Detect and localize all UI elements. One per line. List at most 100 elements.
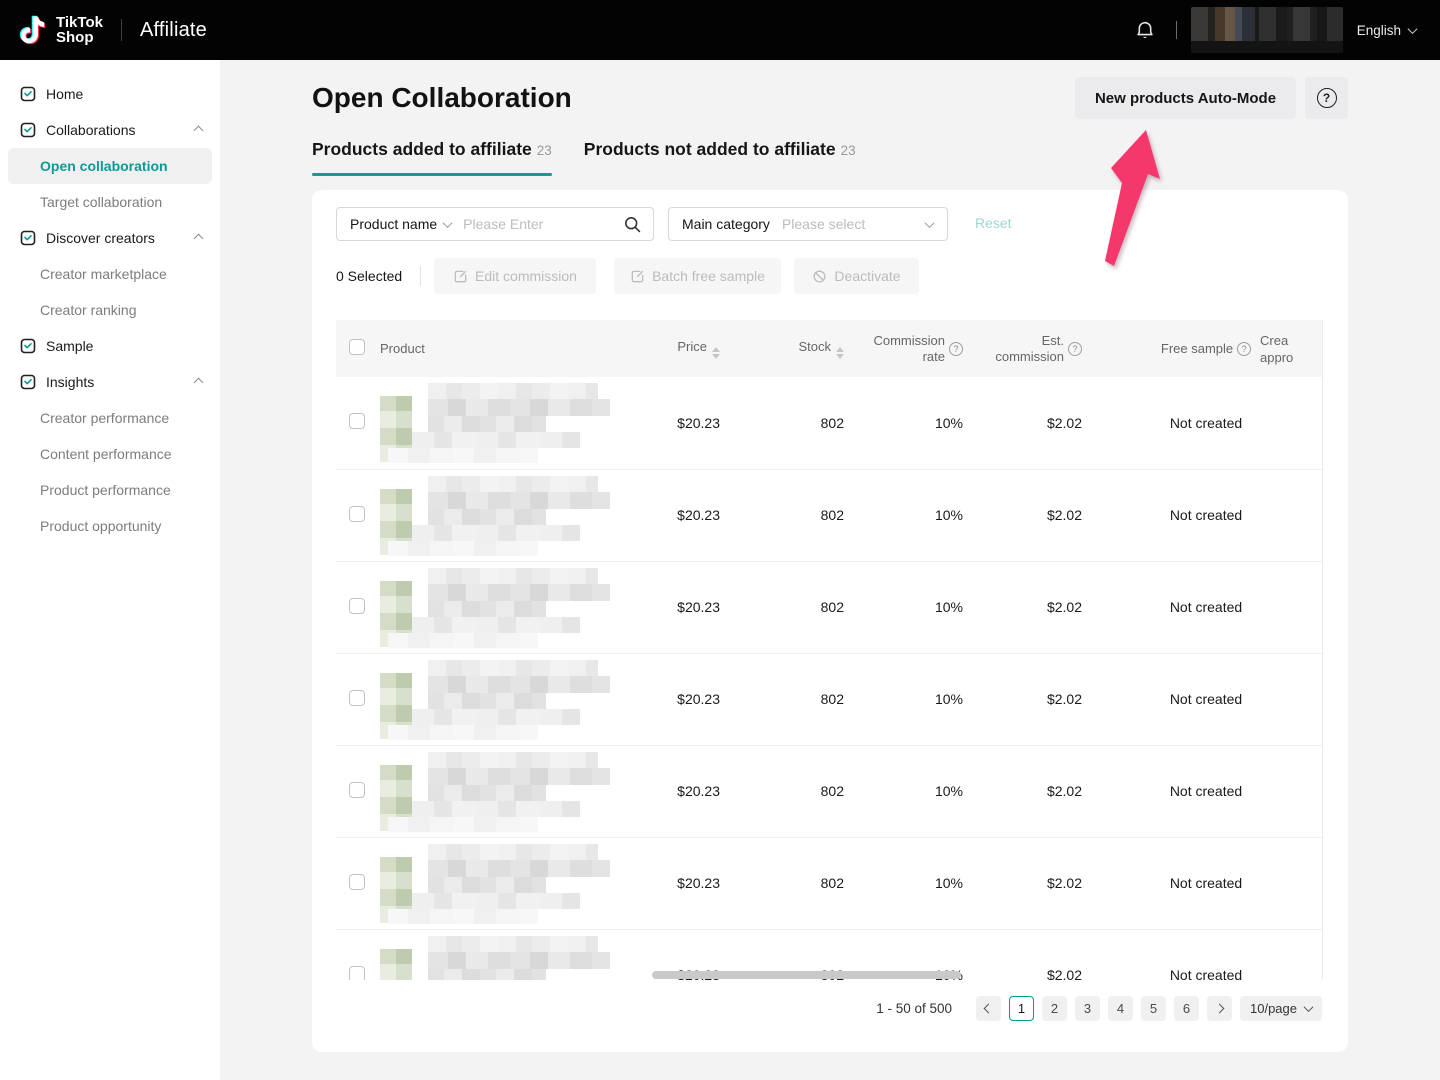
pagination-page-6[interactable]: 6 (1174, 996, 1199, 1021)
table-row[interactable]: $20.23 802 10% $2.02 Not created (336, 377, 1323, 469)
pagination-prev-button[interactable] (976, 996, 1001, 1021)
deactivate-button[interactable]: Deactivate (794, 258, 919, 294)
collaborations-icon (20, 122, 36, 138)
sidebar-item-product-opportunity[interactable]: Product opportunity (0, 508, 220, 544)
brand-line1: TikTok (56, 15, 103, 30)
chevron-down-icon[interactable] (443, 218, 453, 228)
est-commission-cell: $2.02 (963, 837, 1082, 929)
pagination-page-3[interactable]: 3 (1075, 996, 1100, 1021)
sidebar-item-creator-marketplace[interactable]: Creator marketplace (0, 256, 220, 292)
pagination-page-4[interactable]: 4 (1108, 996, 1133, 1021)
product-cell-blurred (380, 382, 610, 466)
row-checkbox[interactable] (349, 598, 365, 614)
column-est-commission: Est. commission? (963, 320, 1082, 377)
sidebar-item-label: Product performance (40, 482, 202, 498)
pagination-page-1[interactable]: 1 (1009, 996, 1034, 1021)
table-row[interactable]: $20.23 802 10% $2.02 Not created (336, 561, 1323, 653)
batch-free-sample-button[interactable]: Batch free sample (614, 258, 781, 294)
sidebar-item-home[interactable]: Home (0, 76, 220, 112)
user-account-blurred[interactable] (1191, 7, 1343, 53)
commission-rate-cell: 10% (844, 469, 963, 561)
sidebar-item-content-performance[interactable]: Content performance (0, 436, 220, 472)
app-root: TikTok Shop Affiliate English Home (0, 0, 1440, 1080)
language-selector[interactable]: English (1357, 23, 1416, 38)
main-category-select[interactable]: Main category Please select (668, 207, 948, 241)
sidebar-item-creator-performance[interactable]: Creator performance (0, 400, 220, 436)
creator-approval-cell (1260, 377, 1323, 469)
insights-icon (20, 374, 36, 390)
row-checkbox[interactable] (349, 966, 365, 981)
commission-rate-cell: 10% (844, 653, 963, 745)
sidebar-item-sample[interactable]: Sample (0, 328, 220, 364)
row-checkbox[interactable] (349, 690, 365, 706)
sort-icon[interactable] (712, 347, 720, 359)
question-circle-icon[interactable]: ? (949, 342, 963, 356)
column-stock[interactable]: Stock (720, 320, 844, 377)
tab-products-added[interactable]: Products added to affiliate 23 (312, 139, 552, 176)
sidebar-item-label: Collaborations (46, 122, 195, 138)
search-input[interactable] (463, 216, 624, 232)
chevron-up-icon (194, 233, 204, 243)
price-cell: $20.23 (612, 469, 720, 561)
product-name-search-field[interactable]: Product name (336, 207, 654, 241)
table-row[interactable]: $20.23 802 10% $2.02 Not created (336, 653, 1323, 745)
question-circle-icon[interactable]: ? (1237, 342, 1251, 356)
products-table: Product Price Stock Commission rate? Est… (336, 320, 1323, 980)
tiktok-shop-logo[interactable]: TikTok Shop (16, 11, 103, 49)
free-sample-cell: Not created (1082, 745, 1260, 837)
est-commission-cell: $2.02 (963, 561, 1082, 653)
sidebar-item-label: Home (46, 86, 202, 102)
row-checkbox[interactable] (349, 413, 365, 429)
tab-label: Products added to affiliate (312, 139, 532, 160)
reset-filters-button[interactable]: Reset (975, 215, 1012, 231)
horizontal-scrollbar-thumb[interactable] (652, 971, 961, 979)
sample-icon (20, 338, 36, 354)
commission-rate-cell: 10% (844, 561, 963, 653)
sort-icon[interactable] (836, 347, 844, 359)
stock-cell: 802 (720, 653, 844, 745)
table-row[interactable]: $20.23 802 10% $2.02 Not created (336, 469, 1323, 561)
page-title: Open Collaboration (312, 82, 572, 114)
creator-approval-cell (1260, 653, 1323, 745)
search-field-type-label[interactable]: Product name (350, 216, 437, 232)
page-help-button[interactable]: ? (1305, 77, 1348, 119)
category-placeholder: Please select (782, 216, 926, 232)
column-price[interactable]: Price (612, 320, 720, 377)
stock-cell: 802 (720, 745, 844, 837)
question-circle-icon[interactable]: ? (1068, 342, 1082, 356)
stock-cell: 802 (720, 561, 844, 653)
sidebar-item-creator-ranking[interactable]: Creator ranking (0, 292, 220, 328)
pagination-page-5[interactable]: 5 (1141, 996, 1166, 1021)
row-checkbox[interactable] (349, 874, 365, 890)
sidebar-item-label: Target collaboration (40, 194, 202, 210)
sidebar-item-label: Insights (46, 374, 195, 390)
row-checkbox[interactable] (349, 506, 365, 522)
tab-count: 23 (841, 143, 856, 158)
bell-icon[interactable] (1134, 18, 1156, 42)
search-icon[interactable] (624, 216, 641, 233)
pagination-page-2[interactable]: 2 (1042, 996, 1067, 1021)
sidebar-item-discover-creators[interactable]: Discover creators (0, 220, 220, 256)
tab-products-not-added[interactable]: Products not added to affiliate 23 (584, 139, 856, 176)
sidebar: Home Collaborations Open collaboration T… (0, 60, 220, 1080)
sidebar-item-product-performance[interactable]: Product performance (0, 472, 220, 508)
header-right: English (1134, 7, 1416, 53)
sidebar-item-label: Product opportunity (40, 518, 202, 534)
table-row[interactable]: $20.23 802 10% $2.02 Not created (336, 745, 1323, 837)
page-size-select[interactable]: 10/page (1240, 996, 1322, 1021)
table-row[interactable]: $20.23 802 10% $2.02 Not created (336, 837, 1323, 929)
sidebar-item-insights[interactable]: Insights (0, 364, 220, 400)
edit-icon (630, 269, 645, 284)
sidebar-item-open-collaboration[interactable]: Open collaboration (8, 148, 212, 184)
column-commission-rate: Commission rate? (844, 320, 963, 377)
new-products-auto-mode-button[interactable]: New products Auto-Mode (1075, 77, 1296, 119)
sidebar-item-collaborations[interactable]: Collaborations (0, 112, 220, 148)
price-cell: $20.23 (612, 837, 720, 929)
sidebar-item-label: Creator performance (40, 410, 202, 426)
edit-commission-button[interactable]: Edit commission (434, 258, 596, 294)
pagination-next-button[interactable] (1207, 996, 1232, 1021)
select-all-checkbox[interactable] (349, 339, 365, 355)
row-checkbox[interactable] (349, 782, 365, 798)
sidebar-item-target-collaboration[interactable]: Target collaboration (0, 184, 220, 220)
button-label: Deactivate (834, 268, 900, 284)
